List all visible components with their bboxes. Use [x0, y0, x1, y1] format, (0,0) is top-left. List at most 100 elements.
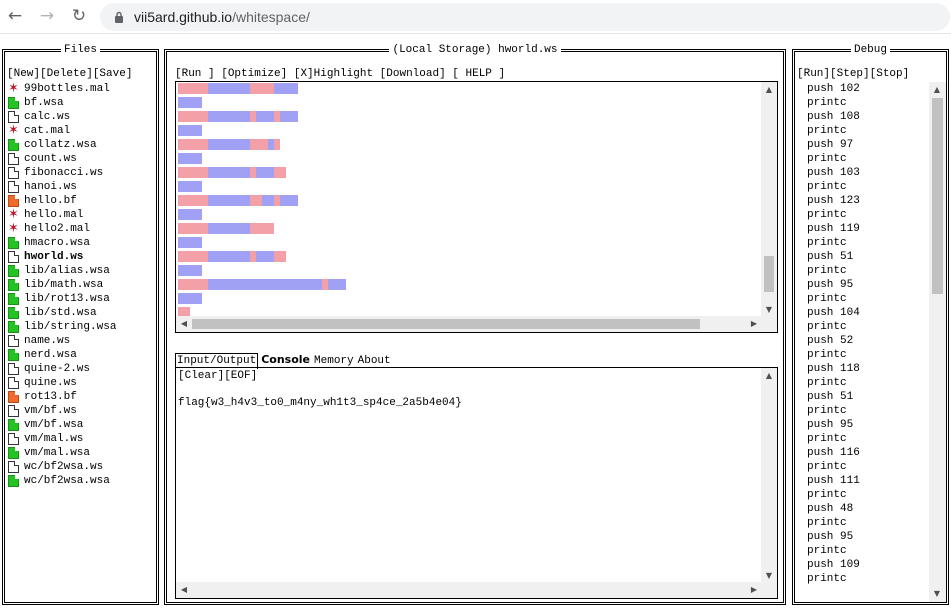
tab-console[interactable]: Console [260, 352, 311, 367]
file-item[interactable]: ✶ 99bottles.mal [8, 82, 158, 96]
tab-highlight [208, 279, 322, 290]
tab-highlight [178, 125, 202, 136]
io-toolbar[interactable]: [Clear][EOF] [178, 370, 257, 382]
scroll-up-arrow-icon[interactable]: ▲ [761, 82, 777, 98]
file-item[interactable]: fibonacci.ws [8, 166, 158, 180]
debug-stop-button[interactable]: [Stop] [870, 68, 910, 80]
debug-instruction: printc [807, 237, 847, 249]
file-item[interactable]: quine.ws [8, 376, 158, 390]
debug-instruction: push 95 [807, 531, 854, 543]
file-name: count.ws [24, 153, 77, 165]
file-item[interactable]: wc/bf2wsa.wsa [8, 474, 158, 488]
reload-icon[interactable]: ↻ [68, 5, 90, 27]
file-name: vm/bf.ws [24, 405, 77, 417]
file-item[interactable]: hello.bf [8, 194, 158, 208]
file-item[interactable]: vm/mal.ws [8, 432, 158, 446]
code-editor[interactable]: ▲ ▼ ◀ ▶ [175, 81, 778, 333]
debug-step-button[interactable]: [Step] [830, 68, 870, 80]
green-file-icon [8, 139, 19, 151]
run-button[interactable]: [Run ] [175, 68, 215, 80]
file-item[interactable]: lib/std.wsa [8, 306, 158, 320]
space-highlight [250, 139, 268, 150]
scroll-right-arrow-icon[interactable]: ▶ [746, 316, 762, 332]
space-highlight [178, 139, 208, 150]
file-item[interactable]: hworld.ws [8, 250, 158, 264]
file-item[interactable]: wc/bf2wsa.ws [8, 460, 158, 474]
debug-vscroll-thumb[interactable] [932, 98, 943, 294]
file-item[interactable]: bf.wsa [8, 96, 158, 110]
file-item[interactable]: vm/bf.wsa [8, 418, 158, 432]
scroll-left-arrow-icon[interactable]: ◀ [176, 316, 192, 332]
delete-file-button[interactable]: [Delete] [40, 68, 93, 80]
tab-highlight [208, 83, 250, 94]
file-item[interactable]: quine-2.ws [8, 362, 158, 376]
optimize-button[interactable]: [Optimize] [221, 68, 287, 80]
file-item[interactable]: lib/string.wsa [8, 320, 158, 334]
code-hscroll-thumb[interactable] [192, 319, 700, 329]
debug-instruction: printc [807, 489, 847, 501]
file-item[interactable]: rot13.bf [8, 390, 158, 404]
tab-highlight [280, 111, 298, 122]
highlight-toggle[interactable]: [X]Highlight [294, 68, 373, 80]
file-name: hello.bf [24, 195, 77, 207]
file-item[interactable]: lib/alias.wsa [8, 264, 158, 278]
code-horizontal-scrollbar[interactable]: ◀ ▶ [176, 316, 762, 332]
io-scroll-up-arrow-icon[interactable]: ▲ [761, 368, 777, 384]
space-highlight [178, 195, 208, 206]
file-item[interactable]: name.ws [8, 334, 158, 348]
tab-highlight [208, 195, 250, 206]
editor-panel: (Local Storage) hworld.ws [Run ] [Optimi… [164, 44, 786, 605]
tab-highlight [178, 293, 202, 304]
debug-instruction: printc [807, 349, 847, 361]
space-highlight [274, 251, 286, 262]
space-highlight [250, 167, 256, 178]
help-button[interactable]: [ HELP ] [452, 68, 505, 80]
new-file-button[interactable]: [New] [7, 68, 40, 80]
io-scroll-left-arrow-icon[interactable]: ◀ [176, 582, 192, 598]
file-icon [8, 251, 19, 263]
debug-instruction: push 119 [807, 223, 860, 235]
file-item[interactable]: ✶ cat.mal [8, 124, 158, 138]
save-file-button[interactable]: [Save] [93, 68, 133, 80]
space-highlight [322, 279, 328, 290]
file-item[interactable]: calc.ws [8, 110, 158, 124]
forward-arrow-icon[interactable]: → [36, 5, 58, 27]
debug-instruction: push 123 [807, 195, 860, 207]
io-horizontal-scrollbar[interactable]: ◀ ▶ [176, 582, 762, 598]
file-item[interactable]: ✶ hello2.mal [8, 222, 158, 236]
file-item[interactable]: count.ws [8, 152, 158, 166]
file-icon [8, 181, 19, 193]
file-name: hello2.mal [24, 223, 91, 235]
green-file-icon [8, 475, 19, 487]
files-panel-title: Files [5, 43, 156, 57]
code-vscroll-thumb[interactable] [764, 256, 774, 292]
io-scroll-right-arrow-icon[interactable]: ▶ [746, 582, 762, 598]
debug-scroll-up-arrow-icon[interactable]: ▲ [929, 82, 945, 98]
debug-instruction: printc [807, 97, 847, 109]
io-vertical-scrollbar[interactable]: ▲ ▼ [761, 368, 777, 584]
code-vertical-scrollbar[interactable]: ▲ ▼ [761, 82, 777, 318]
file-item[interactable]: lib/rot13.wsa [8, 292, 158, 306]
file-item[interactable]: nerd.wsa [8, 348, 158, 362]
file-name: rot13.bf [24, 391, 77, 403]
file-item[interactable]: ✶ hello.mal [8, 208, 158, 222]
debug-vertical-scrollbar[interactable]: ▲ ▼ [929, 82, 946, 602]
address-bar[interactable]: vii5ard.github.io/whitespace/ [100, 3, 950, 31]
back-arrow-icon[interactable]: ← [4, 5, 26, 27]
file-item[interactable]: vm/mal.wsa [8, 446, 158, 460]
browser-toolbar: ← → ↻ vii5ard.github.io/whitespace/ [0, 0, 951, 34]
file-icon [8, 153, 19, 165]
debug-run-button[interactable]: [Run] [797, 68, 830, 80]
tab-highlight [208, 223, 250, 234]
file-item[interactable]: hanoi.ws [8, 180, 158, 194]
file-item[interactable]: vm/bf.ws [8, 404, 158, 418]
file-item[interactable]: hmacro.wsa [8, 236, 158, 250]
file-item[interactable]: collatz.wsa [8, 138, 158, 152]
debug-instruction: printc [807, 265, 847, 277]
green-file-icon [8, 307, 19, 319]
debug-scroll-down-arrow-icon[interactable]: ▼ [929, 586, 945, 602]
download-button[interactable]: [Download] [380, 68, 446, 80]
file-item[interactable]: lib/math.wsa [8, 278, 158, 292]
tab-highlight [208, 139, 250, 150]
bug-icon: ✶ [8, 207, 19, 222]
